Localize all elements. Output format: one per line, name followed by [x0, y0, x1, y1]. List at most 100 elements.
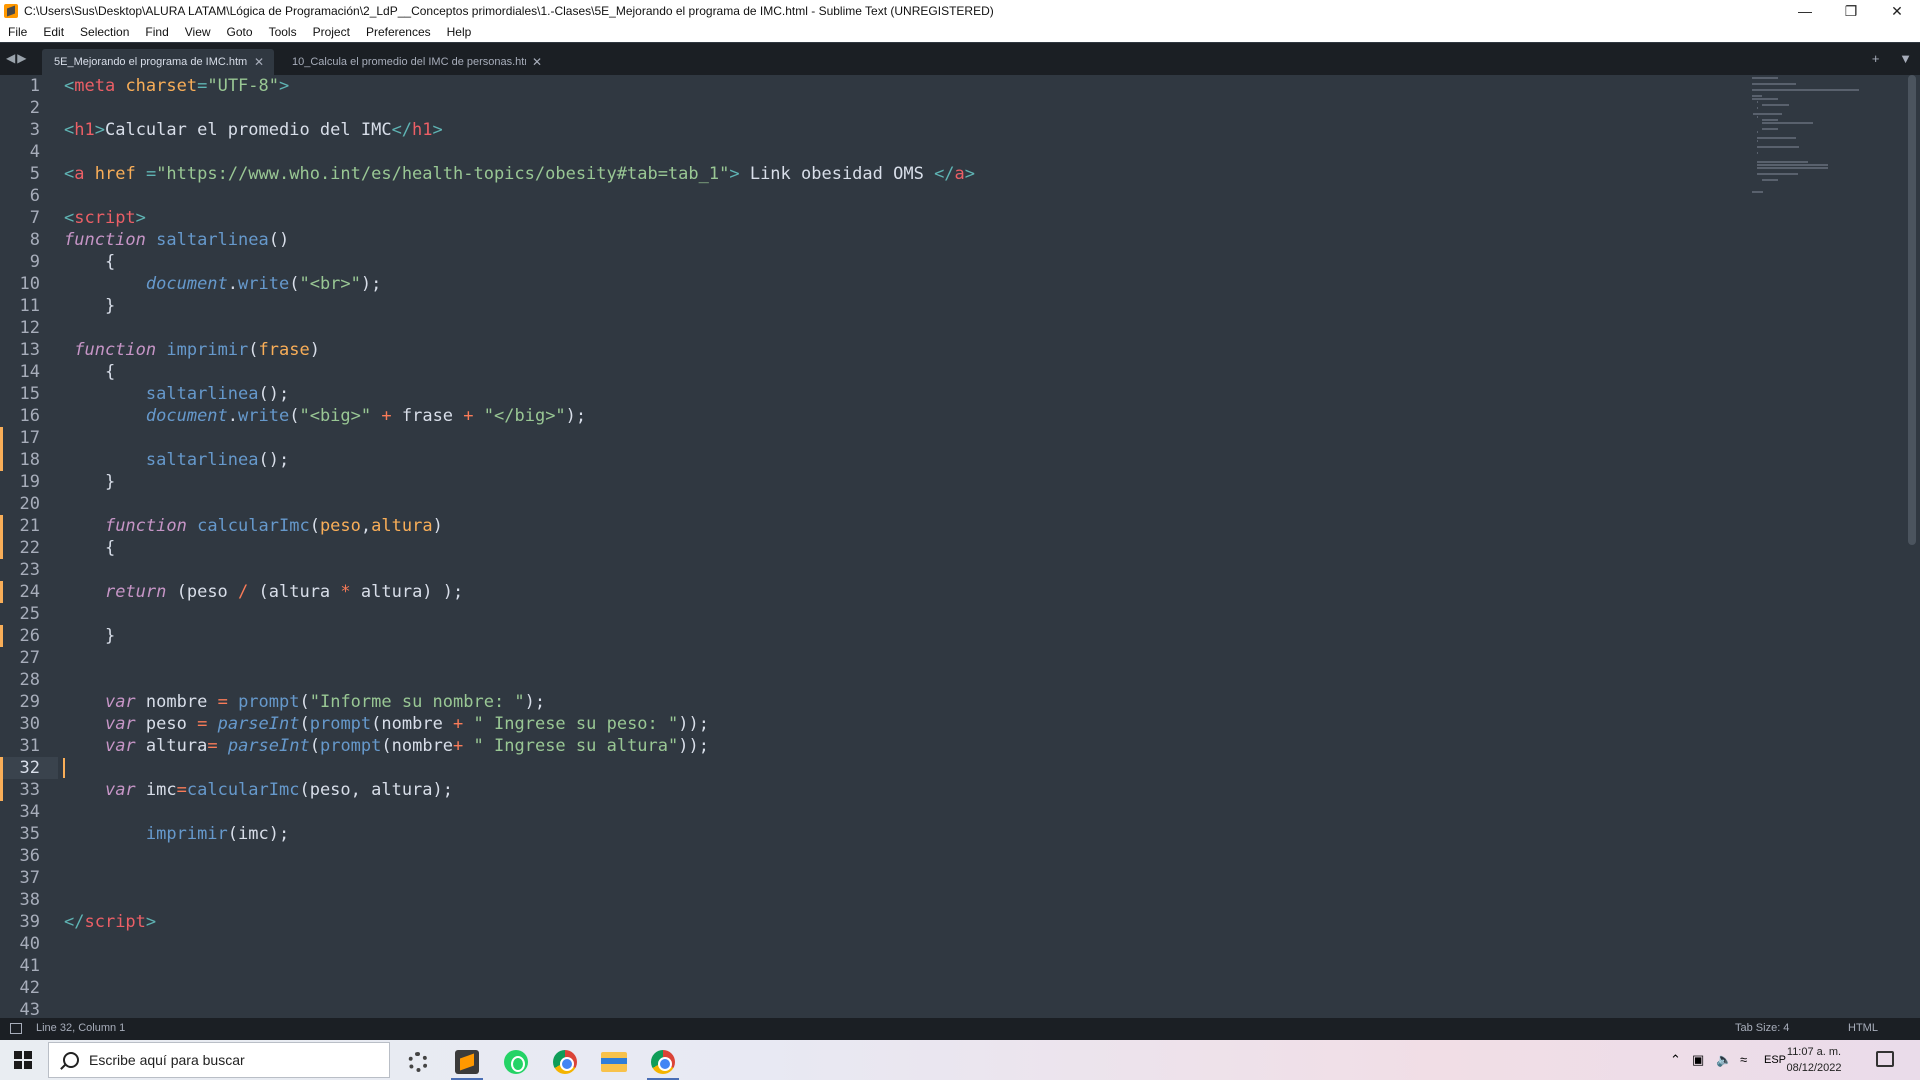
code-line[interactable]: imprimir(imc);: [64, 823, 1744, 845]
code-line[interactable]: [64, 317, 1744, 339]
code-token: frase: [258, 340, 310, 360]
code-line[interactable]: [64, 97, 1744, 119]
tab-list-chevron-down-icon[interactable]: ▼: [1899, 51, 1912, 66]
battery-icon[interactable]: ▣: [1692, 1052, 1704, 1068]
code-line[interactable]: saltarlinea();: [64, 383, 1744, 405]
close-button[interactable]: ✕: [1874, 0, 1920, 22]
tab-close-icon[interactable]: ✕: [254, 55, 264, 69]
tab-nav-arrows-icon[interactable]: ◀▶: [6, 51, 28, 65]
code-line[interactable]: }: [64, 471, 1744, 493]
minimap-line: [1756, 116, 1758, 118]
menu-selection[interactable]: Selection: [72, 22, 137, 42]
tray-chevron-up-icon[interactable]: ⌃: [1670, 1052, 1681, 1068]
menu-project[interactable]: Project: [305, 22, 358, 42]
code-line[interactable]: [64, 559, 1744, 581]
code-line[interactable]: var peso = parseInt(prompt(nombre + " In…: [64, 713, 1744, 735]
menu-goto[interactable]: Goto: [219, 22, 261, 42]
taskbar-chrome[interactable]: [545, 1044, 585, 1080]
code-token: =: [197, 714, 208, 734]
code-line[interactable]: return (peso / (altura * altura) );: [64, 581, 1744, 603]
code-token: (: [299, 714, 310, 734]
code-line[interactable]: [64, 141, 1744, 163]
code-line[interactable]: [64, 999, 1744, 1015]
wifi-icon[interactable]: ≈: [1740, 1052, 1747, 1067]
code-line[interactable]: [64, 185, 1744, 207]
code-line[interactable]: var imc=calcularImc(peso, altura);: [64, 779, 1744, 801]
code-line[interactable]: [64, 427, 1744, 449]
tab-inactive-file[interactable]: 10_Calcula el promedio del IMC de person…: [280, 49, 552, 75]
close-icon: ✕: [1891, 2, 1903, 19]
notifications-icon[interactable]: [1876, 1051, 1894, 1067]
taskbar-file-explorer[interactable]: [594, 1044, 634, 1080]
tab-active-file[interactable]: 5E_Mejorando el programa de IMC.html ✕: [42, 49, 274, 75]
code-line[interactable]: <script>: [64, 207, 1744, 229]
code-line[interactable]: {: [64, 537, 1744, 559]
menu-view[interactable]: View: [177, 22, 219, 42]
code-line[interactable]: [64, 493, 1744, 515]
code-line[interactable]: {: [64, 361, 1744, 383]
code-token: altura: [371, 516, 433, 536]
code-line[interactable]: function saltarlinea(): [64, 229, 1744, 251]
code-line[interactable]: }: [64, 625, 1744, 647]
tab-close-icon[interactable]: ✕: [532, 55, 542, 69]
code-line[interactable]: var altura= parseInt(prompt(nombre+ " In…: [64, 735, 1744, 757]
status-bar: Line 32, Column 1 Tab Size: 4 HTML: [0, 1018, 1920, 1040]
code-line[interactable]: </script>: [64, 911, 1744, 933]
code-line[interactable]: <meta charset="UTF-8">: [64, 75, 1744, 97]
code-line[interactable]: [64, 845, 1744, 867]
code-line[interactable]: saltarlinea();: [64, 449, 1744, 471]
code-line[interactable]: [64, 933, 1744, 955]
code-line[interactable]: [64, 647, 1744, 669]
code-token: >: [145, 912, 157, 932]
code-token: saltarlinea: [145, 450, 259, 470]
code-line[interactable]: <a href ="https://www.who.int/es/health-…: [64, 163, 1744, 185]
minimap-line: [1761, 128, 1779, 130]
volume-icon[interactable]: 🔈: [1716, 1052, 1732, 1068]
new-tab-plus-icon[interactable]: +: [1872, 51, 1880, 66]
tab-size-indicator[interactable]: Tab Size: 4: [1735, 1022, 1789, 1034]
menu-edit[interactable]: Edit: [35, 22, 72, 42]
panel-toggle-icon[interactable]: [10, 1023, 22, 1034]
code-area[interactable]: <meta charset="UTF-8"> <h1>Calcular el p…: [64, 75, 1744, 1015]
code-line[interactable]: {: [64, 251, 1744, 273]
code-line[interactable]: [64, 867, 1744, 889]
windows-start-icon[interactable]: [14, 1051, 32, 1069]
code-line[interactable]: [64, 977, 1744, 999]
vertical-scrollbar[interactable]: [1908, 75, 1916, 545]
code-line[interactable]: var nombre = prompt("Informe su nombre: …: [64, 691, 1744, 713]
code-line[interactable]: }: [64, 295, 1744, 317]
taskbar-clock[interactable]: 11:07 a. m. 08/12/2022: [1784, 1044, 1844, 1076]
minimize-button[interactable]: —: [1782, 0, 1828, 22]
input-language[interactable]: ESP: [1764, 1054, 1786, 1066]
restore-button[interactable]: ❐: [1828, 0, 1874, 22]
code-line[interactable]: [64, 801, 1744, 823]
taskbar-chrome-profile[interactable]: [643, 1044, 683, 1080]
code-line[interactable]: [64, 757, 1744, 779]
code-line[interactable]: [64, 889, 1744, 911]
code-editor[interactable]: 1 2 3 4 5 6 7 8 9 10 11 12 13 14 15 16 17 18 19 20 21 22 23 24 2…: [0, 75, 1920, 1015]
minimap[interactable]: [1752, 75, 1912, 255]
code-line[interactable]: document.write("<br>");: [64, 273, 1744, 295]
menu-tools[interactable]: Tools: [261, 22, 305, 42]
menu-file[interactable]: File: [0, 22, 35, 42]
code-line[interactable]: [64, 603, 1744, 625]
code-line[interactable]: <h1>Calcular el promedio del IMC</h1>: [64, 119, 1744, 141]
taskbar-settings[interactable]: [398, 1044, 438, 1080]
taskbar-search-input[interactable]: Escribe aquí para buscar: [48, 1042, 390, 1078]
menu-preferences[interactable]: Preferences: [358, 22, 439, 42]
code-line[interactable]: [64, 955, 1744, 977]
code-line[interactable]: document.write("<big>" + frase + "</big>…: [64, 405, 1744, 427]
code-token: >: [964, 164, 976, 184]
menu-help[interactable]: Help: [439, 22, 480, 42]
line-number: 12: [19, 318, 40, 338]
taskbar-whatsapp[interactable]: [496, 1044, 536, 1080]
menu-find[interactable]: Find: [137, 22, 176, 42]
syntax-indicator[interactable]: HTML: [1848, 1022, 1878, 1034]
code-line[interactable]: function calcularImc(peso,altura): [64, 515, 1744, 537]
code-line[interactable]: [64, 669, 1744, 691]
code-line[interactable]: function imprimir(frase): [64, 339, 1744, 361]
taskbar-sublime[interactable]: [447, 1044, 487, 1080]
code-token: /: [238, 582, 249, 602]
code-token: frase: [391, 406, 464, 426]
